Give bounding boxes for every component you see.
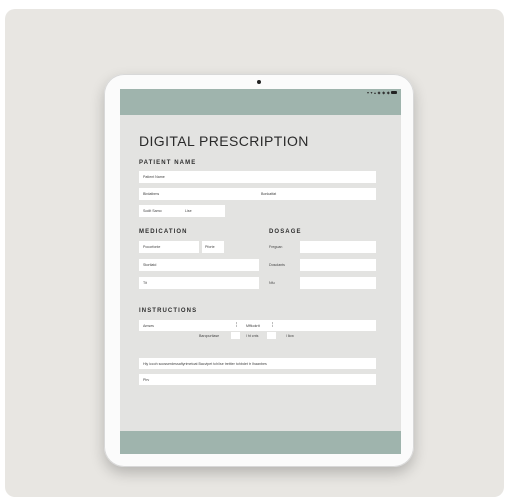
instructions-section-heading: INSTRUCTIONS [139,308,198,314]
option-1-box[interactable] [231,332,240,339]
top-bar: ▾ ▾ ▴ ◆ ◆ ◆ [120,89,401,115]
option-3-label: l llcw [286,334,294,338]
birth-label: Birdatbms [143,192,160,196]
date-label: Lise [185,209,192,213]
status-bar: ▾ ▾ ▴ ◆ ◆ ◆ [367,90,397,95]
tablet-screen: ▾ ▾ ▴ ◆ ◆ ◆ DIGITAL PRESCRIPTION PATIENT… [120,89,401,454]
instructions-note-field[interactable]: Hiy iccoh soosserdessaftyrimetoat Bacvip… [139,358,376,369]
dosage-row-1-label: Freguan [269,245,283,249]
medication-section-heading: MEDICATION [139,229,188,235]
instructions-note-text: Hiy iccoh soosserdessaftyrimetoat Bacvip… [143,362,267,366]
instructions-field-3-label: Plrv [143,378,150,382]
instructions-field-1-label: Amses [143,324,154,328]
dosage-row-2-label: Dosolants [269,263,285,267]
instructions-field-3[interactable]: Plrv [139,374,376,385]
patient-section-heading: PATIENT NAME [139,160,197,166]
medication-field-1[interactable]: Pocorfonte [139,241,199,253]
medication-field-3[interactable]: Stortlatd [139,259,259,271]
medication-field-2[interactable]: Pforte [202,241,224,253]
status-indicators: ▾ ▾ ▴ ◆ ◆ ◆ [366,90,390,95]
social-date-field[interactable]: Sodit Samo Lise [139,205,225,217]
option-2-label: l ht cnts [246,334,259,338]
patient-name-label: Patient Name [143,175,165,179]
medication-field-4-label: Tit [143,281,147,285]
dosage-field-2[interactable] [300,259,376,271]
field-separator: ¦ [236,322,238,328]
dosage-row-3-label: Nfu [269,281,275,285]
background-card: ▾ ▾ ▴ ◆ ◆ ◆ DIGITAL PRESCRIPTION PATIENT… [5,9,504,497]
instructions-field-1-mid-label: Mffkokrtt [246,324,260,328]
battery-icon [391,91,397,94]
dosage-field-1[interactable] [300,241,376,253]
medication-field-1-label: Pocorfonte [143,245,161,249]
option-2-box[interactable] [267,332,276,339]
medication-field-4[interactable]: Tit [139,277,259,289]
page-title: DIGITAL PRESCRIPTION [139,133,309,149]
dosage-section-heading: DOSAGE [269,229,302,235]
dosage-field-3[interactable] [300,277,376,289]
patient-birth-field[interactable]: Birdatbms Bonkatfat [139,188,376,200]
bottom-bar [120,431,401,454]
medication-field-3-label: Stortlatd [143,263,157,267]
number-label: Bonkatfat [261,192,277,196]
medication-field-2-label: Pforte [205,245,215,249]
field-separator-2: ¦ [272,322,274,328]
patient-name-field[interactable]: Patient Name [139,171,376,183]
instructions-field-1[interactable]: Amses ¦ Mffkokrtt ¦ [139,320,376,331]
social-label: Sodit Samo [143,209,162,213]
option-1-label: Barcpurtiase [199,334,220,338]
camera-icon [257,80,261,84]
tablet-device: ▾ ▾ ▴ ◆ ◆ ◆ DIGITAL PRESCRIPTION PATIENT… [104,74,414,467]
